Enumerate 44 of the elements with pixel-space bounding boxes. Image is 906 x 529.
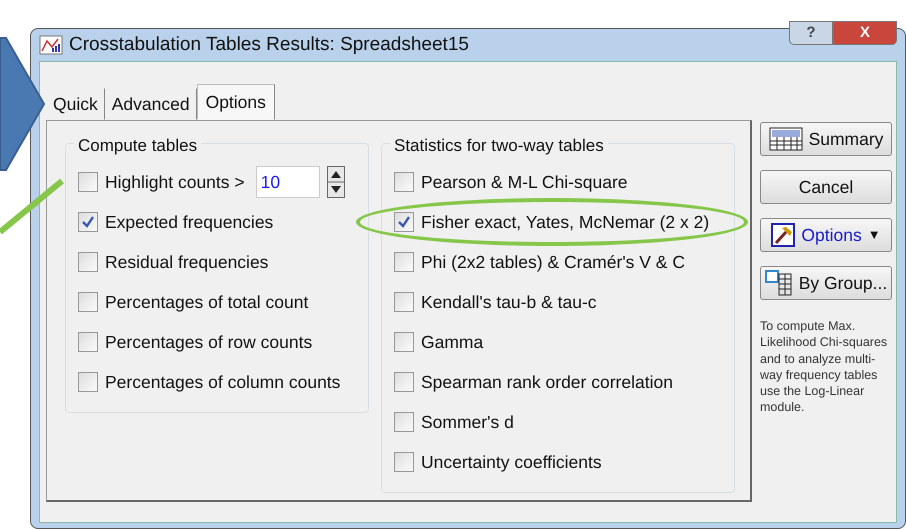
window-title: Crosstabulation Tables Results: Spreadsheet15 xyxy=(69,32,469,57)
checkbox[interactable] xyxy=(78,372,98,392)
checkbox-label: Percentages of column counts xyxy=(105,370,340,394)
checkbox-label: Highlight counts > xyxy=(105,170,245,194)
checkbox[interactable] xyxy=(78,172,98,192)
checkbox[interactable] xyxy=(394,212,414,232)
checkbox-label: Fisher exact, Yates, McNemar (2 x 2) xyxy=(421,210,710,234)
checkbox-label: Phi (2x2 tables) & Cramér's V & C xyxy=(421,250,685,274)
grouped-table-icon xyxy=(764,270,793,296)
number-field[interactable]: 10 xyxy=(256,166,320,198)
cancel-button[interactable]: Cancel xyxy=(760,170,892,204)
tab[interactable]: Quick xyxy=(46,88,105,120)
hint-text: To compute Max. Likelihood Chi-squares and to analyze multi-way frequency tables use the Log-Linear module. xyxy=(760,318,888,416)
help-button[interactable]: ? xyxy=(789,21,833,45)
checkbox[interactable] xyxy=(394,332,414,352)
checkbox[interactable] xyxy=(394,452,414,472)
checkbox[interactable] xyxy=(394,412,414,432)
checkbox-label: Pearson & M-L Chi-square xyxy=(421,170,628,194)
checkbox[interactable] xyxy=(78,332,98,352)
checkbox[interactable] xyxy=(394,372,414,392)
checkbox-label: Percentages of row counts xyxy=(105,330,312,354)
checkbox[interactable] xyxy=(394,252,414,272)
sum-table-icon xyxy=(768,127,803,151)
checkbox-label: Uncertainty coefficients xyxy=(421,450,602,474)
checkbox-label: Sommer's d xyxy=(421,410,514,434)
checkbox-label: Expected frequencies xyxy=(105,210,274,234)
options-button[interactable]: Options ▼ xyxy=(760,218,892,252)
checkbox[interactable] xyxy=(78,212,98,232)
checkbox-label: Kendall's tau-b & tau-c xyxy=(421,290,597,314)
checkbox-label: Gamma xyxy=(421,330,484,354)
checkbox-label: Spearman rank order correlation xyxy=(421,370,673,394)
summary-button[interactable]: Summary xyxy=(760,122,892,156)
checkbox[interactable] xyxy=(394,292,414,312)
close-button[interactable]: X xyxy=(833,21,897,45)
tab[interactable]: Options xyxy=(196,84,275,120)
checkbox-label: Residual frequencies xyxy=(105,250,268,274)
checkbox[interactable] xyxy=(78,292,98,312)
chart-icon xyxy=(39,35,63,55)
hammer-icon xyxy=(771,223,796,247)
spin-button[interactable] xyxy=(326,166,345,198)
by-group-button[interactable]: By Group... xyxy=(760,266,892,300)
checkbox[interactable] xyxy=(78,252,98,272)
checkbox[interactable] xyxy=(394,172,414,192)
checkbox-label: Percentages of total count xyxy=(105,290,308,314)
